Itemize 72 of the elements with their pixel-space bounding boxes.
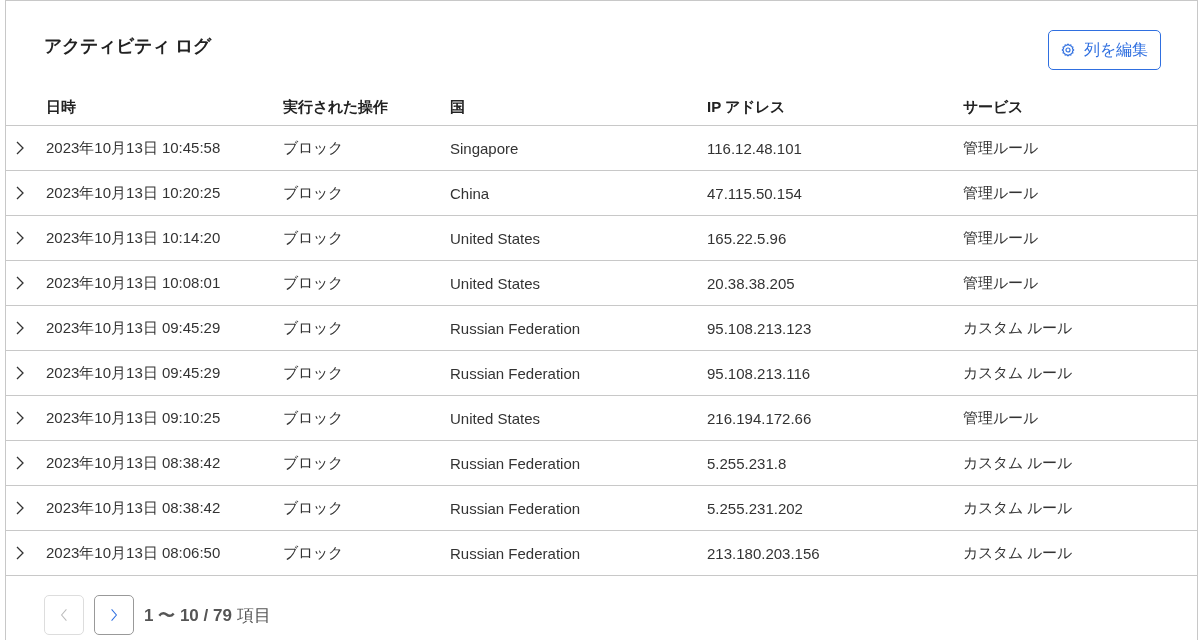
chevron-left-icon — [60, 608, 68, 622]
table-cell-text: Russian Federation — [450, 319, 582, 337]
column-header: 実行された操作 — [283, 98, 389, 117]
table-cell-text: ブロック — [283, 183, 344, 203]
table-cell-text: 管理ルール — [963, 138, 1039, 158]
table-cell-text: ブロック — [283, 228, 344, 248]
column-header: 日時 — [46, 98, 77, 117]
table-cell-text: ブロック — [283, 318, 344, 338]
table-cell-text: カスタム ルール — [963, 498, 1074, 518]
chevron-icon[interactable] — [15, 231, 25, 245]
table-cell-text: 管理ルール — [963, 273, 1039, 293]
table-cell-text: 2023年10月13日 08:06:50 — [46, 543, 222, 563]
table-cell-text: 2023年10月13日 10:45:58 — [46, 138, 222, 158]
table-cell-text: 95.108.213.123 — [707, 319, 813, 337]
table-cell-text: カスタム ルール — [963, 318, 1074, 338]
table-cell-text: 2023年10月13日 09:45:29 — [46, 318, 222, 338]
chevron-icon[interactable] — [15, 141, 25, 155]
table-cell-text: 2023年10月13日 10:14:20 — [46, 228, 222, 248]
table-cell-text: ブロック — [283, 543, 344, 563]
chevron-icon[interactable] — [15, 321, 25, 335]
table-cell-text: ブロック — [283, 138, 344, 158]
table-cell-text: United States — [450, 409, 542, 427]
chevron-icon[interactable] — [15, 546, 25, 560]
table-cell-text: Russian Federation — [450, 454, 582, 472]
table-cell-text: 5.255.231.8 — [707, 454, 788, 472]
column-header: IP アドレス — [707, 98, 787, 117]
table-cell-text: Russian Federation — [450, 499, 582, 517]
table-cell-text: ブロック — [283, 498, 344, 518]
column-header: サービス — [963, 98, 1024, 117]
table-cell-text: 管理ルール — [963, 183, 1039, 203]
table-cell-text: 管理ルール — [963, 228, 1039, 248]
settings-icon — [1061, 43, 1075, 57]
chevron-icon[interactable] — [15, 276, 25, 290]
table-cell-text: カスタム ルール — [963, 543, 1074, 563]
chevron-icon[interactable] — [15, 501, 25, 515]
table-cell-text: 管理ルール — [963, 408, 1039, 428]
table-cell-text: 2023年10月13日 09:10:25 — [46, 408, 222, 428]
table-cell-text: 47.115.50.154 — [707, 184, 803, 202]
table-cell-text: ブロック — [283, 453, 344, 473]
table-cell-text: 216.194.172.66 — [707, 409, 813, 427]
table-cell-text: 95.108.213.116 — [707, 364, 812, 382]
edit-columns-button[interactable]: 列を編集 — [1048, 30, 1161, 70]
table-cell-text: 2023年10月13日 10:08:01 — [46, 273, 222, 293]
chevron-right-icon — [110, 608, 118, 622]
table-cell-text: 116.12.48.101 — [707, 139, 803, 157]
page-summary: 1 〜 10 / 79 項目 — [144, 604, 271, 627]
table-cell-text: 20.38.38.205 — [707, 274, 796, 292]
table-cell-text: 2023年10月13日 09:45:29 — [46, 363, 222, 383]
table-cell-text: ブロック — [283, 363, 344, 383]
table-cell-text: 2023年10月13日 08:38:42 — [46, 453, 222, 473]
table-cell-text: United States — [450, 229, 542, 247]
table-cell-text: 2023年10月13日 10:20:25 — [46, 183, 222, 203]
table-cell-text: カスタム ルール — [963, 363, 1074, 383]
table-cell-text: 5.255.231.202 — [707, 499, 804, 517]
table-cell-text: 165.22.5.96 — [707, 229, 788, 247]
chevron-icon[interactable] — [15, 366, 25, 380]
table-cell-text: ブロック — [283, 408, 344, 428]
table-cell-text: ブロック — [283, 273, 344, 293]
column-header: 国 — [450, 98, 466, 117]
chevron-icon[interactable] — [15, 411, 25, 425]
next-page-button[interactable] — [94, 595, 134, 635]
table-cell-text: United States — [450, 274, 542, 292]
chevron-icon[interactable] — [15, 186, 25, 200]
panel-title: アクティビティ ログ — [44, 35, 211, 58]
table-cell-text: Russian Federation — [450, 364, 582, 382]
table-cell-text: カスタム ルール — [963, 453, 1074, 473]
table-cell-text: China — [450, 184, 491, 202]
table-cell-text: 2023年10月13日 08:38:42 — [46, 498, 222, 518]
table-cell-text: 213.180.203.156 — [707, 544, 821, 562]
table-cell-text: Russian Federation — [450, 544, 582, 562]
table-cell-text: Singapore — [450, 139, 520, 157]
chevron-icon[interactable] — [15, 456, 25, 470]
